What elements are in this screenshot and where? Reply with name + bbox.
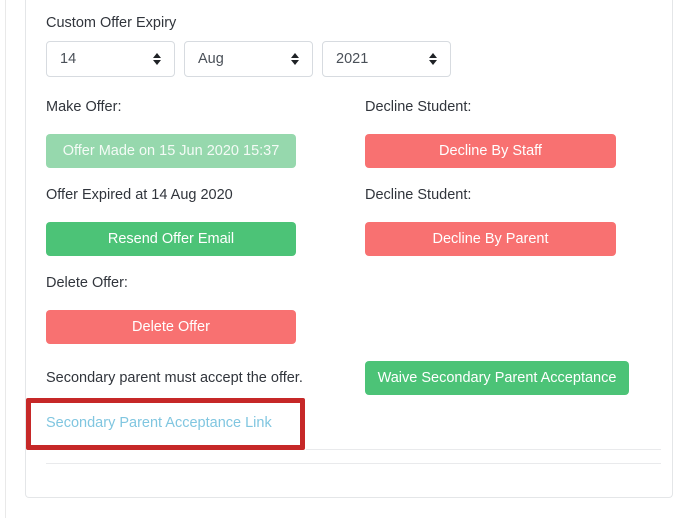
delete-offer-button[interactable]: Delete Offer	[46, 310, 296, 344]
expiry-month-value: Aug	[198, 42, 224, 76]
secondary-parent-notice: Secondary parent must accept the offer.	[46, 369, 303, 387]
offer-management-card: Custom Offer Expiry 14 Aug	[25, 0, 673, 498]
expiry-year-value: 2021	[336, 42, 368, 76]
resend-offer-email-button[interactable]: Resend Offer Email	[46, 222, 296, 256]
decline-student-label-parent: Decline Student:	[365, 186, 471, 204]
expiry-month-select-box[interactable]: Aug	[184, 41, 313, 77]
section-divider-full	[46, 463, 661, 464]
expiry-month-select[interactable]: Aug	[184, 41, 313, 77]
section-divider-right	[306, 449, 661, 450]
secondary-parent-acceptance-link[interactable]: Secondary Parent Acceptance Link	[46, 414, 272, 432]
custom-offer-expiry-label: Custom Offer Expiry	[46, 14, 176, 32]
screen-root: Custom Offer Expiry 14 Aug	[0, 0, 689, 518]
expiry-year-select[interactable]: 2021	[322, 41, 451, 77]
make-offer-label: Make Offer:	[46, 98, 121, 116]
delete-offer-label: Delete Offer:	[46, 274, 128, 292]
chevron-updown-icon	[290, 51, 300, 67]
expiry-day-select-box[interactable]: 14	[46, 41, 175, 77]
decline-student-label-staff: Decline Student:	[365, 98, 471, 116]
chevron-updown-icon	[428, 51, 438, 67]
offer-expired-label: Offer Expired at 14 Aug 2020	[46, 186, 233, 204]
card-content: Custom Offer Expiry 14 Aug	[26, 0, 672, 498]
offer-made-button[interactable]: Offer Made on 15 Jun 2020 15:37	[46, 134, 296, 168]
waive-secondary-parent-acceptance-button[interactable]: Waive Secondary Parent Acceptance	[365, 361, 629, 395]
decline-by-parent-button[interactable]: Decline By Parent	[365, 222, 616, 256]
page-gutter-rule	[5, 0, 6, 518]
expiry-day-select[interactable]: 14	[46, 41, 175, 77]
expiry-year-select-box[interactable]: 2021	[322, 41, 451, 77]
decline-by-staff-button[interactable]: Decline By Staff	[365, 134, 616, 168]
chevron-updown-icon	[152, 51, 162, 67]
expiry-day-value: 14	[60, 42, 76, 76]
